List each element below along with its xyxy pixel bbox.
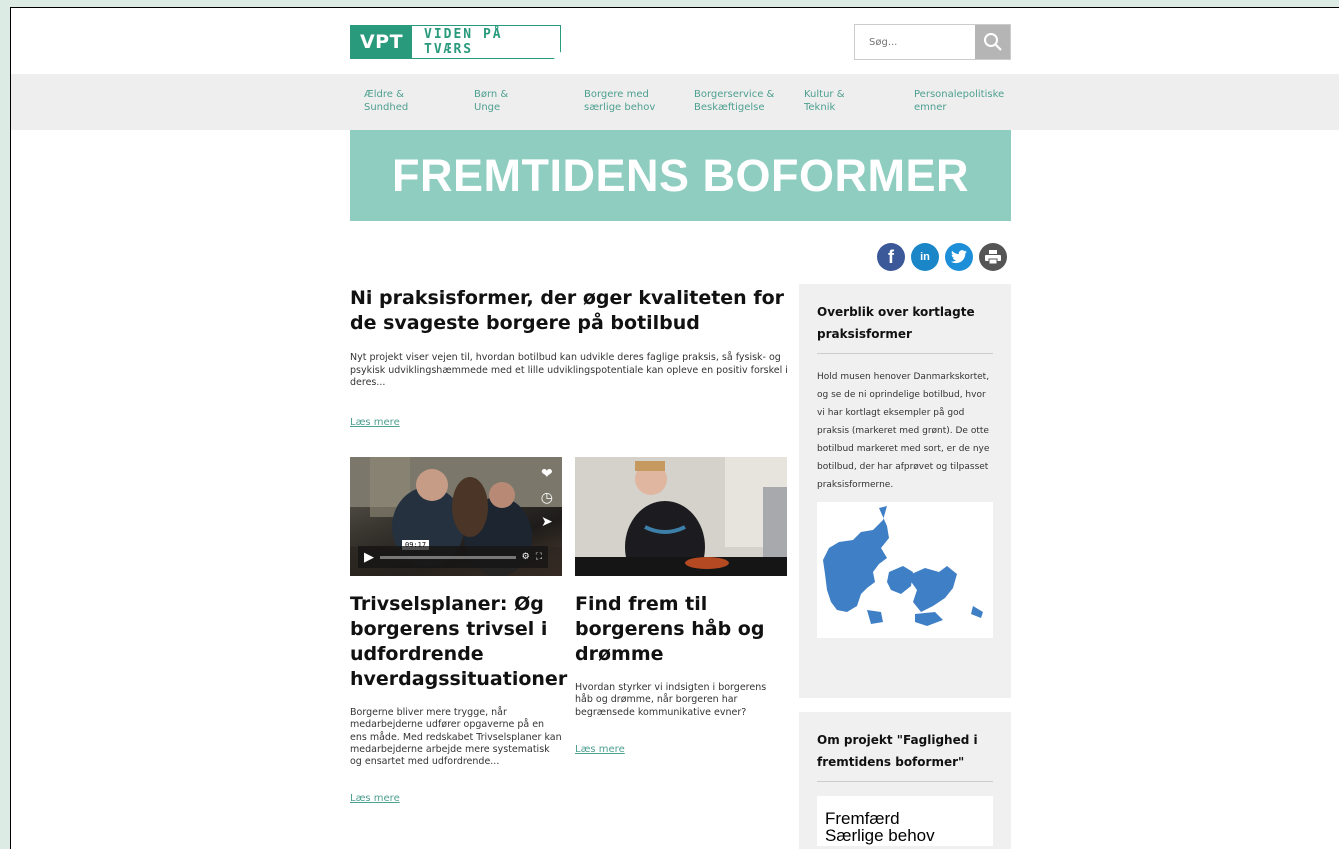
heart-icon[interactable]: ❤ bbox=[541, 467, 553, 481]
nav-item-borgerservice[interactable]: Borgerservice & Beskæftigelse bbox=[680, 74, 790, 130]
article-image[interactable] bbox=[575, 457, 787, 576]
nav-label-line1: Børn & bbox=[474, 89, 509, 100]
print-icon[interactable] bbox=[979, 243, 1007, 271]
card-title[interactable]: Trivselsplaner: Øg borgerens trivsel i u… bbox=[350, 592, 567, 692]
article-photo bbox=[575, 457, 787, 576]
card-read-more-link[interactable]: Læs mere bbox=[350, 793, 400, 804]
search-button[interactable] bbox=[975, 25, 1010, 59]
banner-title: FREMTIDENS BOFORMER bbox=[392, 149, 969, 201]
clock-icon[interactable]: ◷ bbox=[541, 491, 553, 505]
card-summary: Hvordan styrker vi indsigten i borgerens… bbox=[575, 682, 767, 718]
nav-label-line2: Teknik bbox=[804, 102, 836, 113]
twitter-icon[interactable] bbox=[945, 243, 973, 271]
card-title[interactable]: Find frem til borgerens håb og drømme bbox=[575, 592, 787, 667]
video-progress-bar[interactable] bbox=[380, 555, 516, 559]
article-card: ❤ ◷ ➤ 09:17 ▶ ⚙ ⛶ Trivselsplaner: Øg bor… bbox=[350, 457, 567, 805]
fremfaerd-logo[interactable]: Fremfærd Særlige behov bbox=[817, 796, 993, 846]
settings-icon[interactable]: ⚙ bbox=[522, 552, 530, 562]
denmark-map[interactable] bbox=[817, 502, 993, 638]
video-player[interactable]: ❤ ◷ ➤ 09:17 ▶ ⚙ ⛶ bbox=[350, 457, 562, 576]
nav-label-line2: emner bbox=[914, 102, 947, 113]
send-icon[interactable]: ➤ bbox=[541, 515, 553, 529]
fremfaerd-logo-line1: Fremfærd bbox=[825, 809, 900, 828]
article-card: Find frem til borgerens håb og drømme Hv… bbox=[575, 457, 787, 756]
search-icon bbox=[983, 33, 1002, 51]
sidebar-box-text: Hold musen henover Danmarkskortet, og se… bbox=[817, 372, 990, 490]
featured-read-more-link[interactable]: Læs mere bbox=[350, 417, 400, 428]
nav-label-line1: Kultur & bbox=[804, 89, 845, 100]
main-navigation: Ældre & Sundhed Børn & Unge Borgere med … bbox=[11, 74, 1339, 130]
logo-short: VPT bbox=[351, 26, 412, 58]
nav-label-line2: Sundhed bbox=[364, 102, 409, 113]
nav-item-personalepolitiske[interactable]: Personalepolitiske emner bbox=[900, 74, 1010, 130]
nav-label-line2: særlige behov bbox=[584, 102, 656, 113]
nav-item-borgere-saerlige-behov[interactable]: Borgere med særlige behov bbox=[570, 74, 680, 130]
featured-article-title[interactable]: Ni praksisformer, der øger kvaliteten fo… bbox=[350, 286, 790, 336]
sidebar-project-box: Om projekt "Faglighed i fremtidens bofor… bbox=[799, 712, 1011, 849]
video-side-icons: ❤ ◷ ➤ bbox=[541, 467, 553, 529]
play-icon[interactable]: ▶ bbox=[364, 550, 374, 565]
page-banner: FREMTIDENS BOFORMER bbox=[350, 130, 1011, 221]
fremfaerd-logo-line2: Særlige behov bbox=[825, 826, 935, 845]
nav-item-born-unge[interactable]: Børn & Unge bbox=[460, 74, 570, 130]
video-controls: ▶ ⚙ ⛶ bbox=[358, 546, 548, 568]
nav-label-line1: Personalepolitiske bbox=[914, 89, 1005, 100]
linkedin-icon[interactable]: in bbox=[911, 243, 939, 271]
denmark-map-shape bbox=[823, 506, 983, 626]
card-read-more-link[interactable]: Læs mere bbox=[575, 744, 625, 755]
site-logo[interactable]: VPT VIDEN PÅ TVÆRS bbox=[350, 25, 566, 59]
sidebar-box-title: Om projekt "Faglighed i fremtidens bofor… bbox=[817, 729, 993, 782]
sidebar-map-box: Overblik over kortlagte praksisformer Ho… bbox=[799, 284, 1011, 698]
nav-label-line1: Borgere med bbox=[584, 89, 649, 100]
share-buttons: f in bbox=[877, 243, 1007, 271]
nav-label-line2: Beskæftigelse bbox=[694, 102, 765, 113]
search-input[interactable] bbox=[855, 25, 975, 59]
card-summary: Borgerne bliver mere trygge, når medarbe… bbox=[350, 707, 562, 768]
featured-article-summary: Nyt projekt viser vejen til, hvordan bot… bbox=[350, 352, 788, 388]
nav-label-line1: Borgerservice & bbox=[694, 89, 775, 100]
sidebar-box-title: Overblik over kortlagte praksisformer bbox=[817, 301, 993, 354]
logo-long: VIDEN PÅ TVÆRS bbox=[424, 27, 503, 57]
browser-page: VPT VIDEN PÅ TVÆRS Ældre & Sundhed Børn … bbox=[10, 7, 1339, 849]
featured-article: Ni praksisformer, der øger kvaliteten fo… bbox=[350, 286, 790, 429]
search-box bbox=[854, 24, 1011, 60]
nav-label-line2: Unge bbox=[474, 102, 501, 113]
fullscreen-icon[interactable]: ⛶ bbox=[536, 552, 542, 562]
nav-item-aeldre-sundhed[interactable]: Ældre & Sundhed bbox=[350, 74, 460, 130]
facebook-icon[interactable]: f bbox=[877, 243, 905, 271]
nav-label-line1: Ældre & bbox=[364, 89, 404, 100]
nav-item-kultur-teknik[interactable]: Kultur & Teknik bbox=[790, 74, 900, 130]
header: VPT VIDEN PÅ TVÆRS bbox=[350, 23, 1011, 63]
